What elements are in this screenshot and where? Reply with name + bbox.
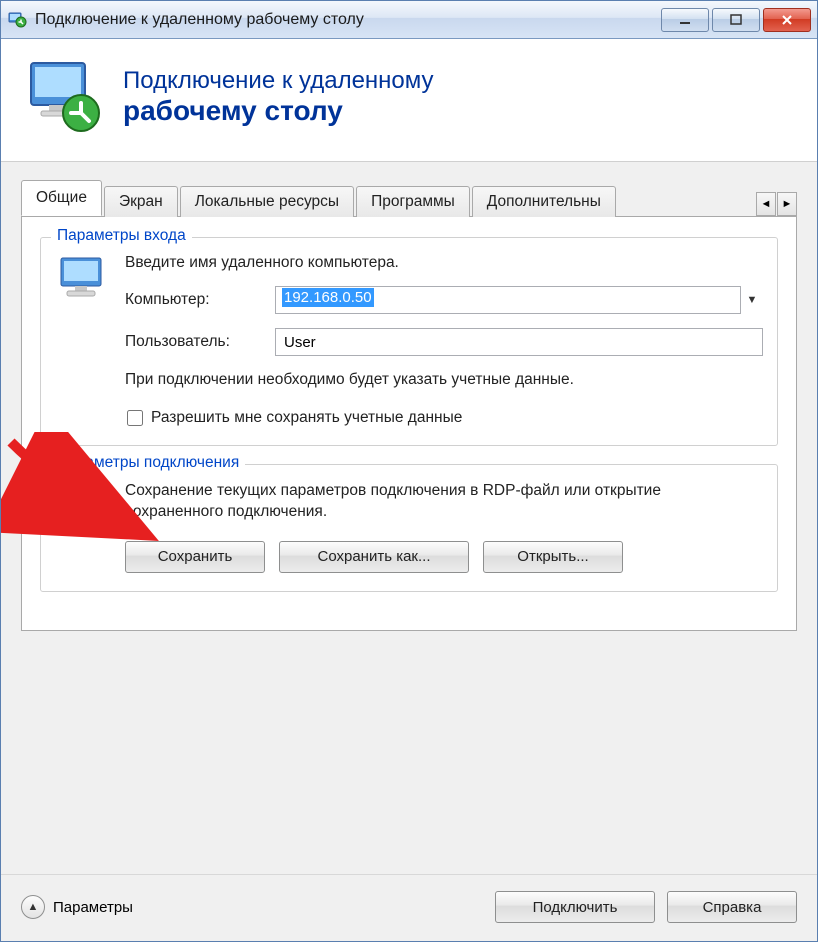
close-icon <box>781 14 793 26</box>
computer-combobox[interactable]: 192.168.0.50 ▼ <box>275 286 763 314</box>
open-button[interactable]: Открыть... <box>483 541 623 573</box>
tab-local-resources[interactable]: Локальные ресурсы <box>180 186 354 217</box>
login-group-title: Параметры входа <box>51 227 192 245</box>
save-as-button[interactable]: Сохранить как... <box>279 541 469 573</box>
login-instruction: Введите имя удаленного компьютера. <box>125 254 763 272</box>
user-label: Пользователь: <box>125 333 275 351</box>
chevron-up-icon: ▲ <box>21 895 45 919</box>
options-label: Параметры <box>53 899 133 916</box>
save-credentials-label: Разрешить мне сохранять учетные данные <box>151 409 462 427</box>
rdp-logo-icon <box>25 57 105 137</box>
computer-value: 192.168.0.50 <box>282 288 374 307</box>
close-button[interactable] <box>763 8 811 32</box>
chevron-down-icon[interactable]: ▼ <box>741 294 763 306</box>
save-credentials-checkbox[interactable] <box>127 410 143 426</box>
header-title-line2: рабочему столу <box>123 95 434 127</box>
tab-scroll-right[interactable]: ► <box>777 192 797 216</box>
titlebar: Подключение к удаленному рабочему столу <box>1 1 817 39</box>
computer-icon <box>55 254 111 427</box>
tab-strip: Общие Экран Локальные ресурсы Программы … <box>21 180 797 216</box>
rdp-window: Подключение к удаленному рабочему столу <box>0 0 818 942</box>
minimize-icon <box>679 14 691 26</box>
help-button[interactable]: Справка <box>667 891 797 923</box>
footer: ▲ Параметры Подключить Справка <box>1 874 817 941</box>
app-icon <box>7 10 27 30</box>
login-groupbox: Параметры входа Введите имя удаленного к… <box>40 237 778 446</box>
tab-display[interactable]: Экран <box>104 186 178 217</box>
tab-panel-general: Параметры входа Введите имя удаленного к… <box>21 216 797 631</box>
content-area: Общие Экран Локальные ресурсы Программы … <box>1 162 817 874</box>
connect-button[interactable]: Подключить <box>495 891 655 923</box>
tab-programs[interactable]: Программы <box>356 186 470 217</box>
header: Подключение к удаленному рабочему столу <box>1 39 817 162</box>
maximize-icon <box>730 14 742 26</box>
tab-general[interactable]: Общие <box>21 180 102 216</box>
computer-label: Компьютер: <box>125 291 275 309</box>
tab-scroll-left[interactable]: ◄ <box>756 192 776 216</box>
user-field[interactable] <box>275 328 763 356</box>
tab-advanced[interactable]: Дополнительны <box>472 186 616 217</box>
minimize-button[interactable] <box>661 8 709 32</box>
save-button[interactable]: Сохранить <box>125 541 265 573</box>
header-title-line1: Подключение к удаленному <box>123 67 434 95</box>
connection-note: Сохранение текущих параметров подключени… <box>125 481 763 523</box>
connection-groupbox: Параметры подключения Сохранение текущих… <box>40 464 778 592</box>
options-toggle[interactable]: ▲ Параметры <box>21 895 133 919</box>
maximize-button[interactable] <box>712 8 760 32</box>
window-title: Подключение к удаленному рабочему столу <box>35 11 661 29</box>
credentials-note: При подключении необходимо будет указать… <box>125 370 763 391</box>
connection-group-title: Параметры подключения <box>51 454 245 472</box>
folder-icon <box>55 481 111 573</box>
